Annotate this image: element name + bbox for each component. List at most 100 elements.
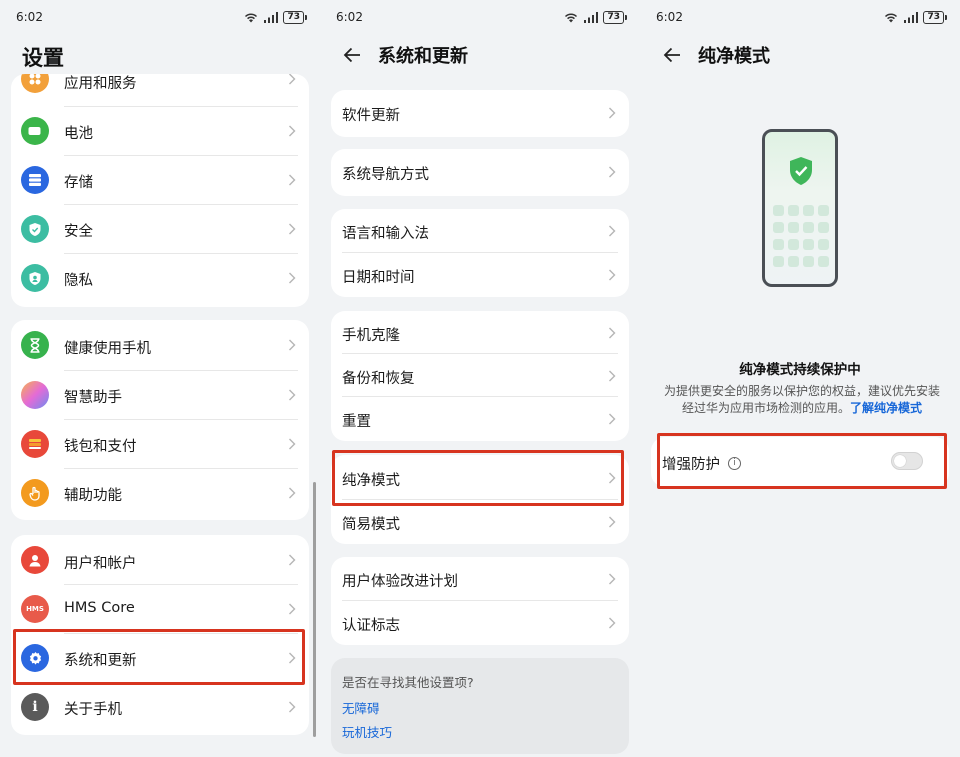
settings-item-system-update[interactable]: 系统和更新	[11, 634, 309, 683]
settings-item-privacy[interactable]: 隐私	[11, 254, 309, 303]
settings-item-label: 存储	[64, 175, 93, 191]
settings-item-hms-core[interactable]: HMS HMS Core	[11, 585, 309, 634]
page-title: 纯净模式	[698, 46, 770, 67]
signal-icon	[584, 11, 599, 23]
chevron-right-icon	[289, 652, 296, 664]
suggestion-link-accessibility[interactable]: 无障碍	[342, 698, 380, 717]
settings-item-label: 用户体验改进计划	[342, 574, 458, 590]
chevron-right-icon	[289, 554, 296, 566]
settings-group-2: 健康使用手机 智慧助手 钱包和支付 辅助功能	[11, 320, 309, 520]
settings-item-label: 隐私	[64, 273, 93, 289]
chevron-right-icon	[609, 472, 616, 484]
settings-item-label: HMS Core	[64, 600, 135, 616]
chevron-right-icon	[289, 223, 296, 235]
settings-item-label: 手机克隆	[342, 328, 400, 344]
enhanced-protection-label: 增强防护	[662, 457, 720, 473]
settings-item-date-time[interactable]: 日期和时间	[331, 253, 629, 297]
settings-item-label: 安全	[64, 224, 93, 240]
settings-item-label: 系统和更新	[64, 653, 137, 669]
learn-more-link[interactable]: 了解纯净模式	[850, 401, 922, 415]
settings-item-label: 钱包和支付	[64, 439, 137, 455]
settings-item-label: 纯净模式	[342, 473, 400, 489]
status-bar: 6:02 73	[336, 8, 627, 26]
settings-item-simple-mode[interactable]: 简易模式	[331, 500, 629, 544]
hand-icon	[21, 479, 49, 507]
page-title: 系统和更新	[378, 46, 468, 67]
settings-item-assistant[interactable]: 智慧助手	[11, 371, 309, 420]
settings-item-wallet[interactable]: 钱包和支付	[11, 420, 309, 469]
hourglass-icon	[21, 331, 49, 359]
info-icon: i	[21, 693, 49, 721]
settings-item-label: 健康使用手机	[64, 341, 151, 357]
settings-item-about-phone[interactable]: i 关于手机	[11, 683, 309, 732]
settings-group-1: 应用和服务 电池 存储 安全 隐私	[11, 74, 309, 307]
settings-item-users[interactable]: 用户和帐户	[11, 535, 309, 585]
info-circle-icon[interactable]: i	[728, 457, 741, 470]
user-icon	[21, 546, 49, 574]
hms-icon: HMS	[21, 595, 49, 623]
protection-description: 为提供更安全的服务以保护您的权益，建议优先安装经过华为应用市场检测的应用。了解纯…	[660, 383, 944, 417]
settings-item-pure-mode[interactable]: 纯净模式	[331, 455, 629, 500]
suggestion-question: 是否在寻找其他设置项?	[342, 675, 474, 690]
security-shield-icon	[21, 215, 49, 243]
settings-item-digital-balance[interactable]: 健康使用手机	[11, 320, 309, 371]
gear-icon	[21, 644, 49, 672]
settings-item-navigation[interactable]: 系统导航方式	[331, 149, 629, 196]
wallet-icon	[21, 430, 49, 458]
privacy-shield-icon	[21, 264, 49, 292]
suggestion-link-tips[interactable]: 玩机技巧	[342, 722, 392, 741]
back-arrow-icon[interactable]	[342, 46, 362, 64]
settings-item-label: 语言和输入法	[342, 226, 429, 242]
settings-item-label: 重置	[342, 414, 371, 430]
settings-item-label: 应用和服务	[64, 76, 137, 92]
battery-icon	[21, 117, 49, 145]
signal-icon	[904, 11, 919, 23]
scrollbar[interactable]	[313, 482, 316, 737]
chevron-right-icon	[289, 339, 296, 351]
settings-item-label: 辅助功能	[64, 488, 122, 504]
chevron-right-icon	[609, 413, 616, 425]
suggestion-card: 是否在寻找其他设置项? 无障碍 玩机技巧	[331, 658, 629, 754]
chevron-right-icon	[609, 225, 616, 237]
settings-item-certification[interactable]: 认证标志	[331, 601, 629, 645]
settings-item-label: 系统导航方式	[342, 167, 429, 183]
settings-item-storage[interactable]: 存储	[11, 156, 309, 205]
settings-item-phone-clone[interactable]: 手机克隆	[331, 311, 629, 354]
settings-item-apps[interactable]: 应用和服务	[11, 74, 309, 107]
settings-item-security[interactable]: 安全	[11, 205, 309, 254]
protection-status-heading: 纯净模式持续保护中	[739, 362, 861, 378]
nav-bar: 纯净模式	[662, 42, 770, 68]
status-bar: 6:02 73	[16, 8, 307, 26]
page-title: 设置	[22, 46, 64, 70]
settings-item-reset[interactable]: 重置	[331, 397, 629, 441]
battery-indicator: 73	[603, 10, 627, 24]
assistant-orb-icon	[21, 381, 49, 409]
enhanced-protection-toggle[interactable]	[891, 452, 923, 470]
chevron-right-icon	[609, 516, 616, 528]
settings-item-backup-restore[interactable]: 备份和恢复	[331, 354, 629, 397]
system-update-panel: 6:02 73 系统和更新 软件更新 系统导航方式 语言和输入法 日期和时间 手…	[320, 0, 640, 757]
enhanced-protection-label-group: 增强防护 i	[662, 453, 741, 474]
app-grid-placeholder	[773, 205, 829, 267]
settings-item-battery[interactable]: 电池	[11, 107, 309, 156]
battery-indicator: 73	[283, 10, 307, 24]
settings-item-accessibility[interactable]: 辅助功能	[11, 469, 309, 518]
chevron-right-icon	[289, 272, 296, 284]
chevron-right-icon	[609, 573, 616, 585]
chevron-right-icon	[609, 107, 616, 119]
settings-item-label: 关于手机	[64, 702, 122, 718]
settings-card: 用户体验改进计划 认证标志	[331, 557, 629, 645]
wifi-icon	[565, 13, 578, 23]
chevron-right-icon	[289, 125, 296, 137]
chevron-right-icon	[609, 327, 616, 339]
settings-item-software-update[interactable]: 软件更新	[331, 90, 629, 137]
chevron-right-icon	[609, 370, 616, 382]
settings-item-language[interactable]: 语言和输入法	[331, 209, 629, 253]
signal-icon	[264, 11, 279, 23]
chevron-right-icon	[289, 603, 296, 615]
status-time: 6:02	[656, 10, 683, 24]
settings-group-3: 用户和帐户 HMS HMS Core 系统和更新 i 关于手机	[11, 535, 309, 735]
back-arrow-icon[interactable]	[662, 46, 682, 64]
settings-item-ux-program[interactable]: 用户体验改进计划	[331, 557, 629, 601]
enhanced-protection-row[interactable]: 增强防护 i	[651, 437, 949, 487]
